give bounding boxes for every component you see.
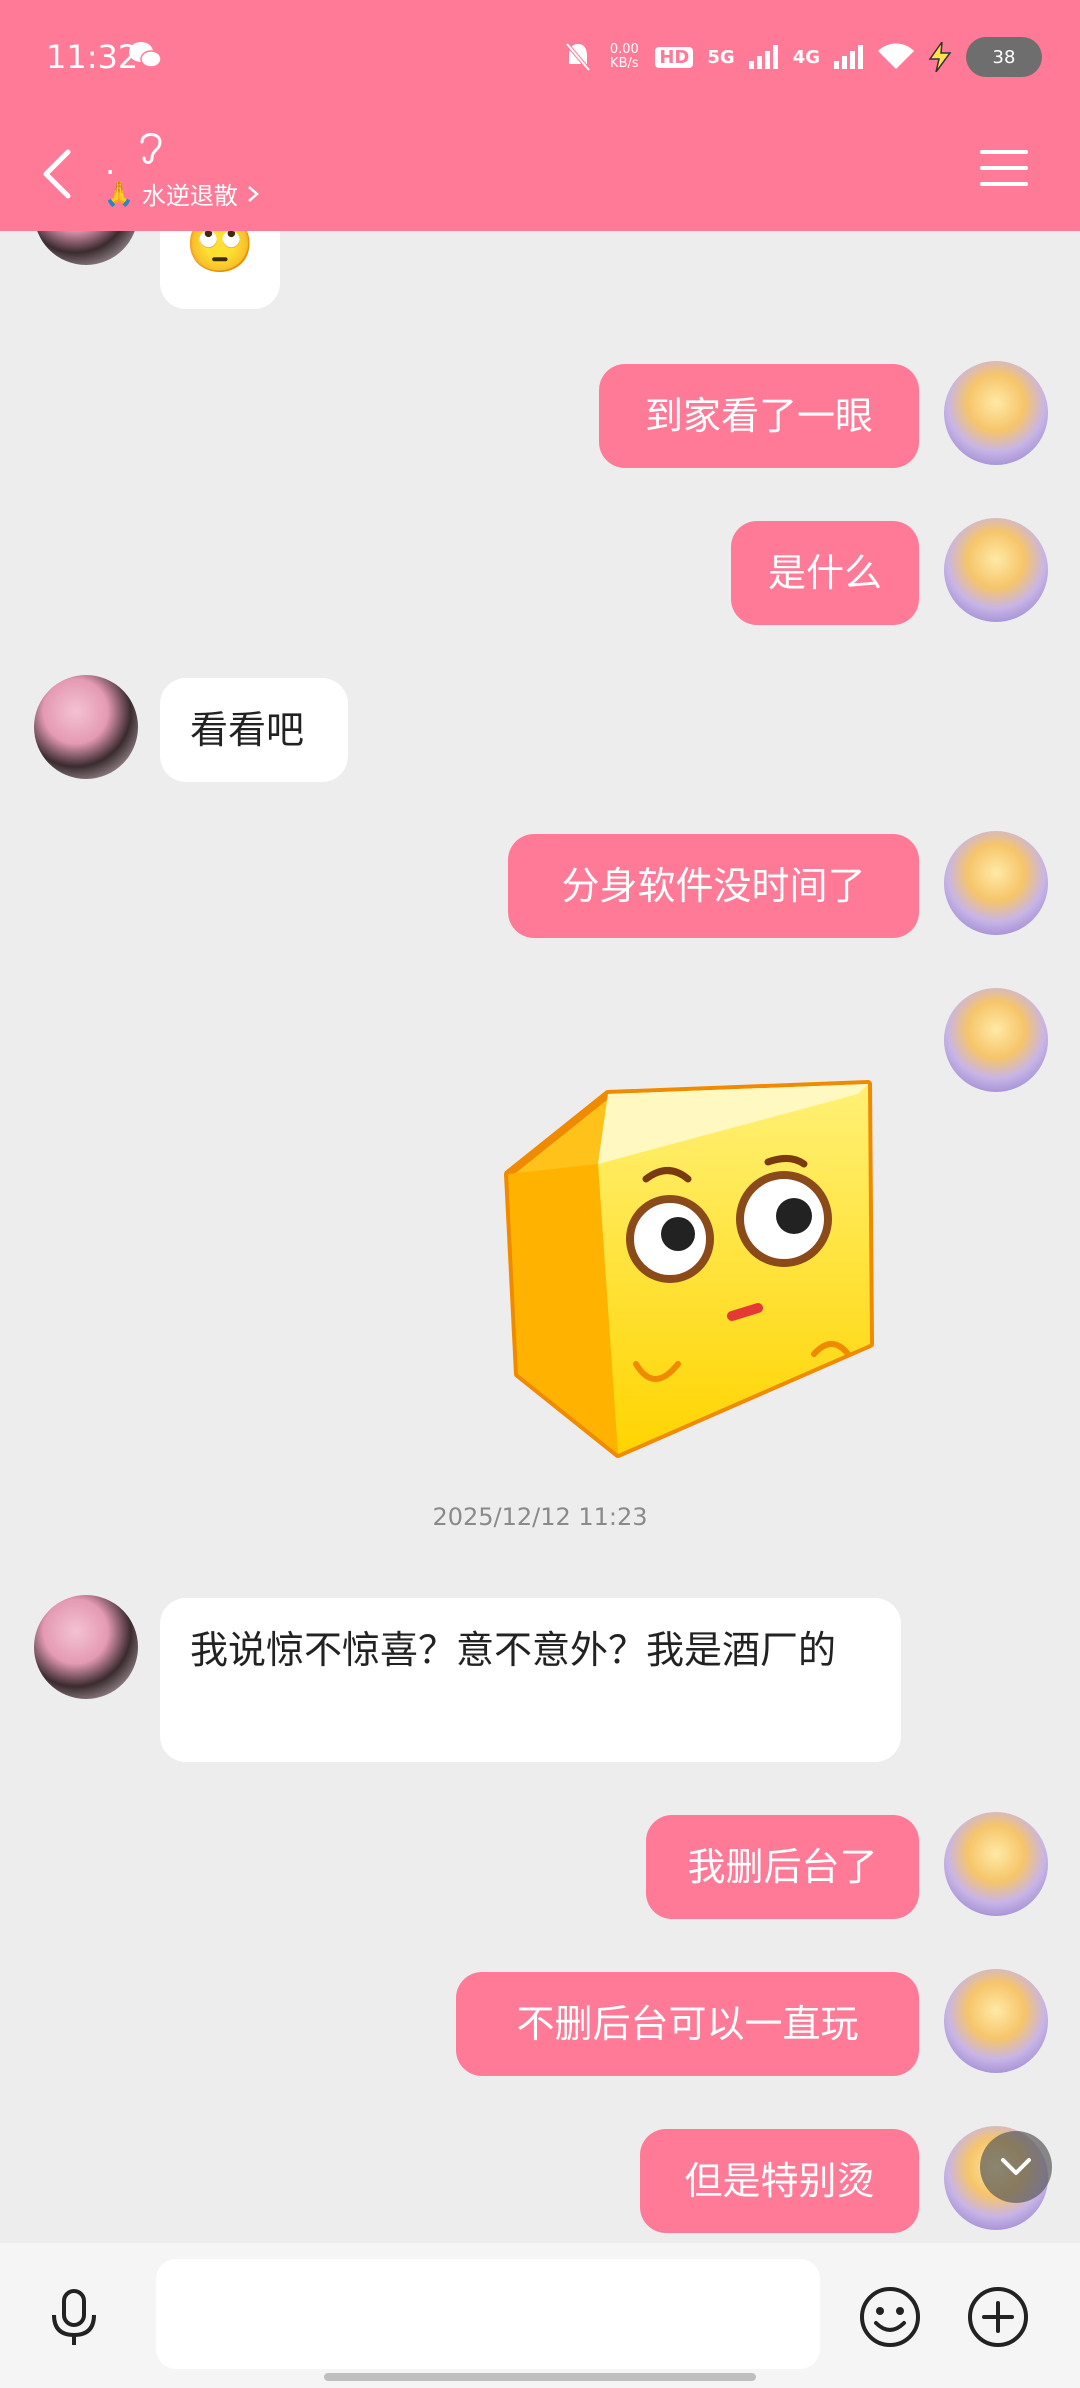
chat-subtitle[interactable]: 🙏 水逆退散: [104, 176, 260, 211]
chevron-down-icon: [1001, 2158, 1031, 2175]
charging-bolt-icon: [928, 42, 952, 72]
contact-avatar[interactable]: [34, 1595, 138, 1699]
timestamp: 2025/12/12 11:23: [432, 1503, 648, 1531]
message-bubble[interactable]: 我删后台了: [646, 1815, 919, 1919]
battery-level: 38: [992, 46, 1016, 68]
wechat-icon: [129, 42, 162, 68]
message-bubble[interactable]: 分身软件没时间了: [508, 834, 919, 938]
back-button[interactable]: [32, 138, 80, 210]
rolling-eyes-emoji: 🙄: [185, 231, 255, 277]
net-speed-value: 0.00: [609, 42, 639, 57]
pray-hands-icon: 🙏: [104, 179, 134, 208]
my-avatar[interactable]: [944, 518, 1048, 622]
input-bar: [0, 2243, 1080, 2388]
message-bubble[interactable]: 但是特别烫: [640, 2129, 919, 2233]
message-bubble[interactable]: 不删后台可以一直玩: [456, 1972, 919, 2076]
ear-icon: [140, 133, 162, 164]
message-bubble[interactable]: 🙄: [160, 231, 280, 309]
menu-button[interactable]: [976, 140, 1032, 196]
chat-header: . 🙏 水逆退散: [0, 118, 1080, 231]
message-input[interactable]: [156, 2259, 820, 2369]
home-indicator[interactable]: [324, 2373, 756, 2381]
more-actions-button[interactable]: [964, 2283, 1032, 2351]
my-avatar[interactable]: [944, 361, 1048, 465]
sim2-network: 4G: [792, 46, 820, 68]
battery-indicator: 38: [966, 37, 1042, 77]
signal-bars-icon-2: [834, 45, 863, 69]
contact-avatar[interactable]: [34, 675, 138, 779]
signal-bars-icon: [748, 45, 778, 69]
yellow-cube-sticker[interactable]: [478, 1054, 878, 1474]
hd-badge: HD: [655, 46, 694, 68]
message-bubble[interactable]: 是什么: [731, 521, 919, 625]
emoji-button[interactable]: [856, 2283, 924, 2351]
status-icons: 0.00 KB/s HD 5G 4G 38: [563, 32, 1042, 82]
wifi-icon: [878, 43, 914, 69]
my-avatar[interactable]: [944, 831, 1048, 935]
status-bar: 11:32 0.00 KB/s HD 5G 4G 38: [0, 0, 1080, 118]
mute-bell-icon: [565, 42, 591, 72]
subtitle-text: 水逆退散: [141, 182, 238, 210]
chevron-right-icon: [248, 185, 259, 202]
message-bubble[interactable]: 我说惊不惊喜？意不意外？我是酒厂的: [160, 1598, 901, 1762]
my-avatar[interactable]: [944, 1812, 1048, 1916]
message-bubble[interactable]: 到家看了一眼: [599, 364, 919, 468]
status-time: 11:32: [46, 38, 139, 76]
my-avatar[interactable]: [944, 1969, 1048, 2073]
net-speed-unit: KB/s: [610, 56, 639, 71]
contact-avatar[interactable]: [34, 231, 138, 265]
scroll-down-button[interactable]: [980, 2131, 1052, 2203]
chat-message-list[interactable]: 🙄 到家看了一眼 是什么 看看吧 分身软件没时间了 2025/12/12 11:…: [0, 231, 1080, 2243]
message-bubble[interactable]: 看看吧: [160, 678, 348, 782]
sim1-network: 5G: [707, 46, 735, 68]
net-speed: 0.00 KB/s: [607, 43, 641, 71]
my-avatar[interactable]: [944, 988, 1048, 1092]
voice-input-button[interactable]: [40, 2283, 108, 2351]
